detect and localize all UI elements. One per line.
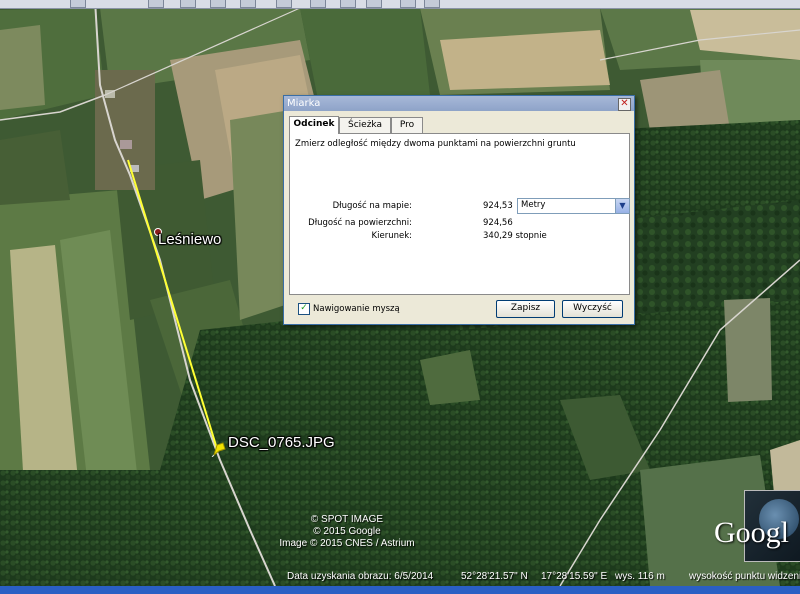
- ruler-dialog: Miarka ✕ Odcinek Ścieżka Pro Zmierz odle…: [283, 95, 635, 325]
- placemark-label-lesniewo[interactable]: Leśniewo: [158, 231, 221, 248]
- map-length-value: 924,53: [483, 201, 513, 211]
- placemark-label-photo[interactable]: DSC_0765.JPG: [228, 434, 335, 451]
- mouse-navigation-checkbox[interactable]: ✓: [298, 303, 310, 315]
- google-logo: Googl: [714, 516, 789, 549]
- measure-description: Zmierz odległość między dwoma punktami n…: [295, 139, 576, 149]
- toolbar-button[interactable]: [276, 0, 292, 8]
- ground-length-label: Długość na powierzchni:: [308, 218, 412, 228]
- clear-button[interactable]: Wyczyść: [562, 300, 623, 318]
- map-length-label: Długość na mapie:: [332, 201, 412, 211]
- close-icon[interactable]: ✕: [618, 98, 631, 111]
- imagery-credits: © SPOT IMAGE © 2015 Google Image © 2015 …: [272, 514, 422, 550]
- credit-line: © 2015 Google: [313, 526, 381, 537]
- toolbar-button[interactable]: [340, 0, 356, 8]
- tab-pro[interactable]: Pro: [391, 117, 423, 133]
- mouse-navigation-label: Nawigowanie myszą: [313, 304, 400, 314]
- eye-altitude-readout: wysokość punktu widzenia: [689, 571, 800, 582]
- status-bar: Data uzyskania obrazu: 6/5/2014 52°28'21…: [0, 570, 800, 584]
- tab-path[interactable]: Ścieżka: [339, 117, 391, 133]
- toolbar-button[interactable]: [366, 0, 382, 8]
- toolbar-button[interactable]: [180, 0, 196, 8]
- unit-select[interactable]: Metry ▼: [517, 198, 630, 214]
- taskbar: [0, 586, 800, 594]
- credit-line: Image © 2015 CNES / Astrium: [279, 538, 415, 549]
- tab-line[interactable]: Odcinek: [289, 116, 339, 134]
- credit-line: © SPOT IMAGE: [310, 514, 384, 525]
- ground-length-value: 924,56: [483, 218, 513, 228]
- pushpin-icon[interactable]: [211, 437, 227, 457]
- dialog-title-bar[interactable]: Miarka ✕: [284, 96, 634, 111]
- latitude-readout: 52°28'21.57" N: [461, 571, 528, 582]
- toolbar-button[interactable]: [400, 0, 416, 8]
- toolbar-button[interactable]: [310, 0, 326, 8]
- toolbar-button[interactable]: [424, 0, 440, 8]
- toolbar-button[interactable]: [210, 0, 226, 8]
- unit-selected-value: Metry: [521, 200, 546, 210]
- toolbar-strip: [0, 0, 800, 9]
- imagery-date: Data uzyskania obrazu: 6/5/2014: [287, 571, 434, 582]
- chevron-down-icon[interactable]: ▼: [615, 199, 629, 213]
- elevation-readout: wys. 116 m: [615, 571, 665, 582]
- toolbar-button[interactable]: [240, 0, 256, 8]
- tab-panel-line: Zmierz odległość między dwoma punktami n…: [289, 133, 630, 295]
- dialog-title: Miarka: [287, 98, 321, 109]
- heading-value: 340,29 stopnie: [483, 231, 547, 241]
- longitude-readout: 17°28'15.59" E: [541, 571, 608, 582]
- save-button[interactable]: Zapisz: [496, 300, 555, 318]
- heading-label: Kierunek:: [371, 231, 412, 241]
- toolbar-button[interactable]: [148, 0, 164, 8]
- toolbar-button[interactable]: [70, 0, 86, 8]
